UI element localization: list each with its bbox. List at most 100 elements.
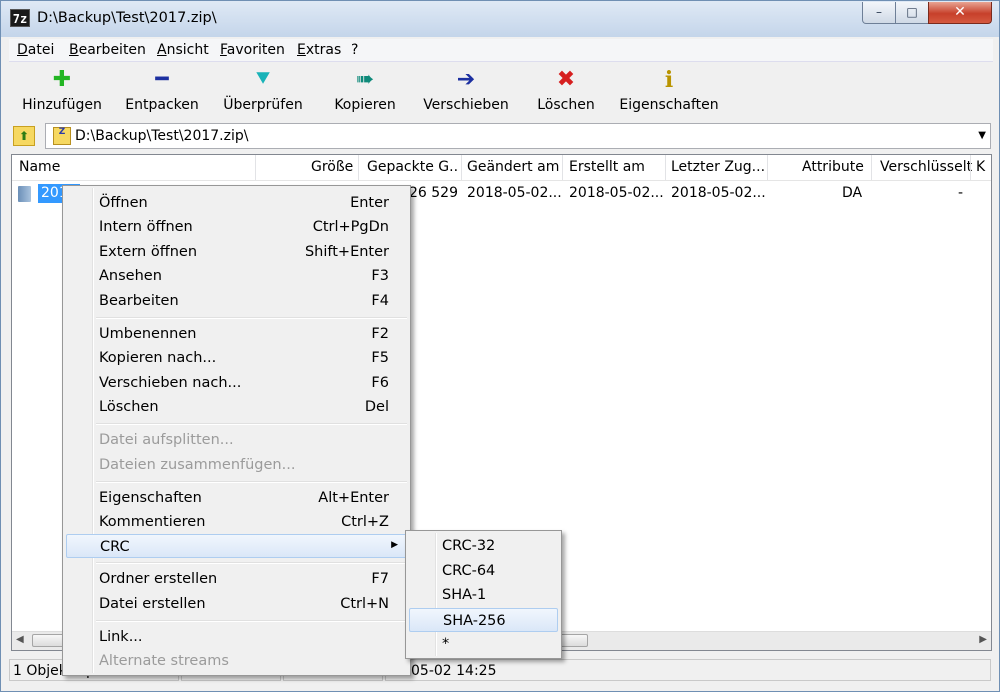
status-objects: 1 Objek — [13, 663, 67, 679]
ctx-shortcut: F7 — [371, 571, 389, 587]
ctx-create-file[interactable]: Datei erstellen Ctrl+N — [66, 592, 407, 616]
ctx-shortcut: F3 — [371, 268, 389, 284]
column-accessed[interactable]: Letzter Zug... — [671, 159, 765, 175]
menu-datei[interactable]: Datei — [17, 42, 54, 58]
submenu-arrow-icon: ▶ — [391, 540, 398, 550]
menu-bar: Datei Bearbeiten Ansicht Favoriten Extra… — [9, 39, 993, 62]
delete-button[interactable]: ✖ Löschen — [535, 66, 597, 113]
maximize-button[interactable]: □ — [895, 2, 929, 24]
test-label: Überprüfen — [223, 97, 303, 113]
address-input[interactable]: Z D:\Backup\Test\2017.zip\ ▼ — [45, 123, 991, 149]
menu-favoriten[interactable]: Favoriten — [220, 42, 285, 58]
toolbar: ✚ Hinzufügen ━ Entpacken ⯆ Überprüfen ➠ … — [9, 62, 993, 120]
ctx-label: Kommentieren — [99, 514, 206, 530]
menu-bearbeiten[interactable]: Bearbeiten — [69, 42, 146, 58]
scroll-right-icon[interactable]: ▶ — [979, 634, 987, 645]
crc-label: SHA-1 — [442, 587, 487, 603]
all-hashes-item[interactable]: * — [409, 632, 558, 656]
test-button[interactable]: ⯆ Überprüfen — [221, 66, 305, 113]
crc-32-item[interactable]: CRC-32 — [409, 534, 558, 558]
scroll-left-icon[interactable]: ◀ — [16, 634, 24, 645]
column-attributes[interactable]: Attribute — [802, 159, 864, 175]
ctx-comment[interactable]: Kommentieren Ctrl+Z — [66, 510, 407, 534]
window-title: D:\Backup\Test\2017.zip\ — [37, 10, 217, 26]
crc-label: SHA-256 — [443, 613, 506, 629]
row-created: 2018-05-02... — [569, 185, 664, 201]
sha-1-item[interactable]: SHA-1 — [409, 583, 558, 607]
folder-up-icon[interactable]: ⬆ — [13, 126, 35, 146]
ctx-edit[interactable]: Bearbeiten F4 — [66, 289, 407, 313]
column-encrypted[interactable]: Verschlüsselt — [880, 159, 972, 175]
ctx-copy-to[interactable]: Kopieren nach... F5 — [66, 346, 407, 370]
minus-icon: ━ — [155, 67, 169, 92]
delete-x-icon: ✖ — [556, 67, 576, 92]
ctx-properties[interactable]: Eigenschaften Alt+Enter — [66, 486, 407, 510]
column-divider[interactable] — [562, 155, 563, 180]
ctx-open-outside[interactable]: Extern öffnen Shift+Enter — [66, 240, 407, 264]
column-name[interactable]: Name — [19, 159, 60, 175]
properties-button[interactable]: i Eigenschaften — [619, 66, 719, 113]
status-pane-date: 05-02 14:25 — [385, 659, 991, 681]
extract-button[interactable]: ━ Entpacken — [122, 66, 202, 113]
ctx-combine-files: Dateien zusammenfügen... — [66, 453, 407, 477]
column-divider[interactable] — [665, 155, 666, 180]
sha-256-item[interactable]: SHA-256 — [409, 608, 558, 632]
7zip-app-icon[interactable]: 7z — [10, 9, 30, 27]
column-modified[interactable]: Geändert am — [467, 159, 559, 175]
ctx-shortcut: F2 — [371, 326, 389, 342]
menu-separator — [96, 423, 407, 425]
column-divider[interactable] — [255, 155, 256, 180]
chevron-down-icon[interactable]: ▼ — [978, 130, 986, 141]
zip-archive-icon: Z — [53, 127, 71, 145]
crc-64-item[interactable]: CRC-64 — [409, 559, 558, 583]
column-packed-size[interactable]: Gepackte G... — [367, 159, 459, 175]
move-button[interactable]: ➔ Verschieben — [423, 66, 509, 113]
column-divider[interactable] — [970, 155, 971, 180]
column-size[interactable]: Größe — [311, 159, 353, 175]
minimize-button[interactable]: – — [862, 2, 896, 24]
column-divider[interactable] — [767, 155, 768, 180]
ctx-open[interactable]: Öffnen Enter — [66, 191, 407, 215]
row-packed-size: 26 529 — [409, 185, 458, 201]
folder-icon — [18, 186, 31, 202]
ctx-label: Kopieren nach... — [99, 350, 217, 366]
column-divider[interactable] — [358, 155, 359, 180]
column-divider[interactable] — [461, 155, 462, 180]
ctx-label: Dateien zusammenfügen... — [99, 457, 296, 473]
context-menu: Öffnen Enter Intern öffnen Ctrl+PgDn Ext… — [62, 185, 411, 676]
ctx-link[interactable]: Link... — [66, 625, 407, 649]
ctx-shortcut: Ctrl+Z — [341, 514, 389, 530]
ctx-delete[interactable]: Löschen Del — [66, 395, 407, 419]
ctx-shortcut: Shift+Enter — [304, 244, 389, 260]
ctx-shortcut: Enter — [350, 195, 389, 211]
menu-help[interactable]: ? — [351, 42, 358, 58]
ctx-shortcut: Alt+Enter — [318, 490, 389, 506]
column-divider[interactable] — [871, 155, 872, 180]
column-comment[interactable]: K — [976, 159, 990, 175]
ctx-open-inside[interactable]: Intern öffnen Ctrl+PgDn — [66, 215, 407, 239]
close-button[interactable]: ✕ — [928, 2, 992, 24]
ctx-view[interactable]: Ansehen F3 — [66, 264, 407, 288]
menu-ansicht[interactable]: Ansicht — [157, 42, 209, 58]
copy-arrow-icon: ➠ — [355, 67, 375, 92]
column-header-row: Name Größe Gepackte G... Geändert am Ers… — [12, 155, 991, 181]
ctx-label: CRC — [100, 539, 130, 555]
ctx-shortcut: F5 — [371, 350, 389, 366]
column-created[interactable]: Erstellt am — [569, 159, 645, 175]
ctx-crc[interactable]: CRC ▶ — [66, 534, 407, 558]
ctx-label: Intern öffnen — [99, 219, 193, 235]
ctx-move-to[interactable]: Verschieben nach... F6 — [66, 371, 407, 395]
ctx-rename[interactable]: Umbenennen F2 — [66, 322, 407, 346]
copy-button[interactable]: ➠ Kopieren — [329, 66, 401, 113]
crc-submenu: CRC-32 CRC-64 SHA-1 SHA-256 * — [405, 530, 562, 659]
ctx-shortcut: Del — [364, 399, 389, 415]
menu-extras[interactable]: Extras — [297, 42, 341, 58]
ctx-shortcut: Ctrl+N — [340, 596, 389, 612]
address-bar: ⬆ Z D:\Backup\Test\2017.zip\ ▼ — [9, 122, 993, 151]
row-attributes: DA — [842, 185, 863, 201]
ctx-label: Ansehen — [99, 268, 162, 284]
title-bar[interactable]: 7z D:\Backup\Test\2017.zip\ – □ ✕ — [1, 1, 999, 37]
plus-icon: ✚ — [52, 67, 72, 92]
ctx-create-folder[interactable]: Ordner erstellen F7 — [66, 567, 407, 591]
add-button[interactable]: ✚ Hinzufügen — [21, 66, 103, 113]
